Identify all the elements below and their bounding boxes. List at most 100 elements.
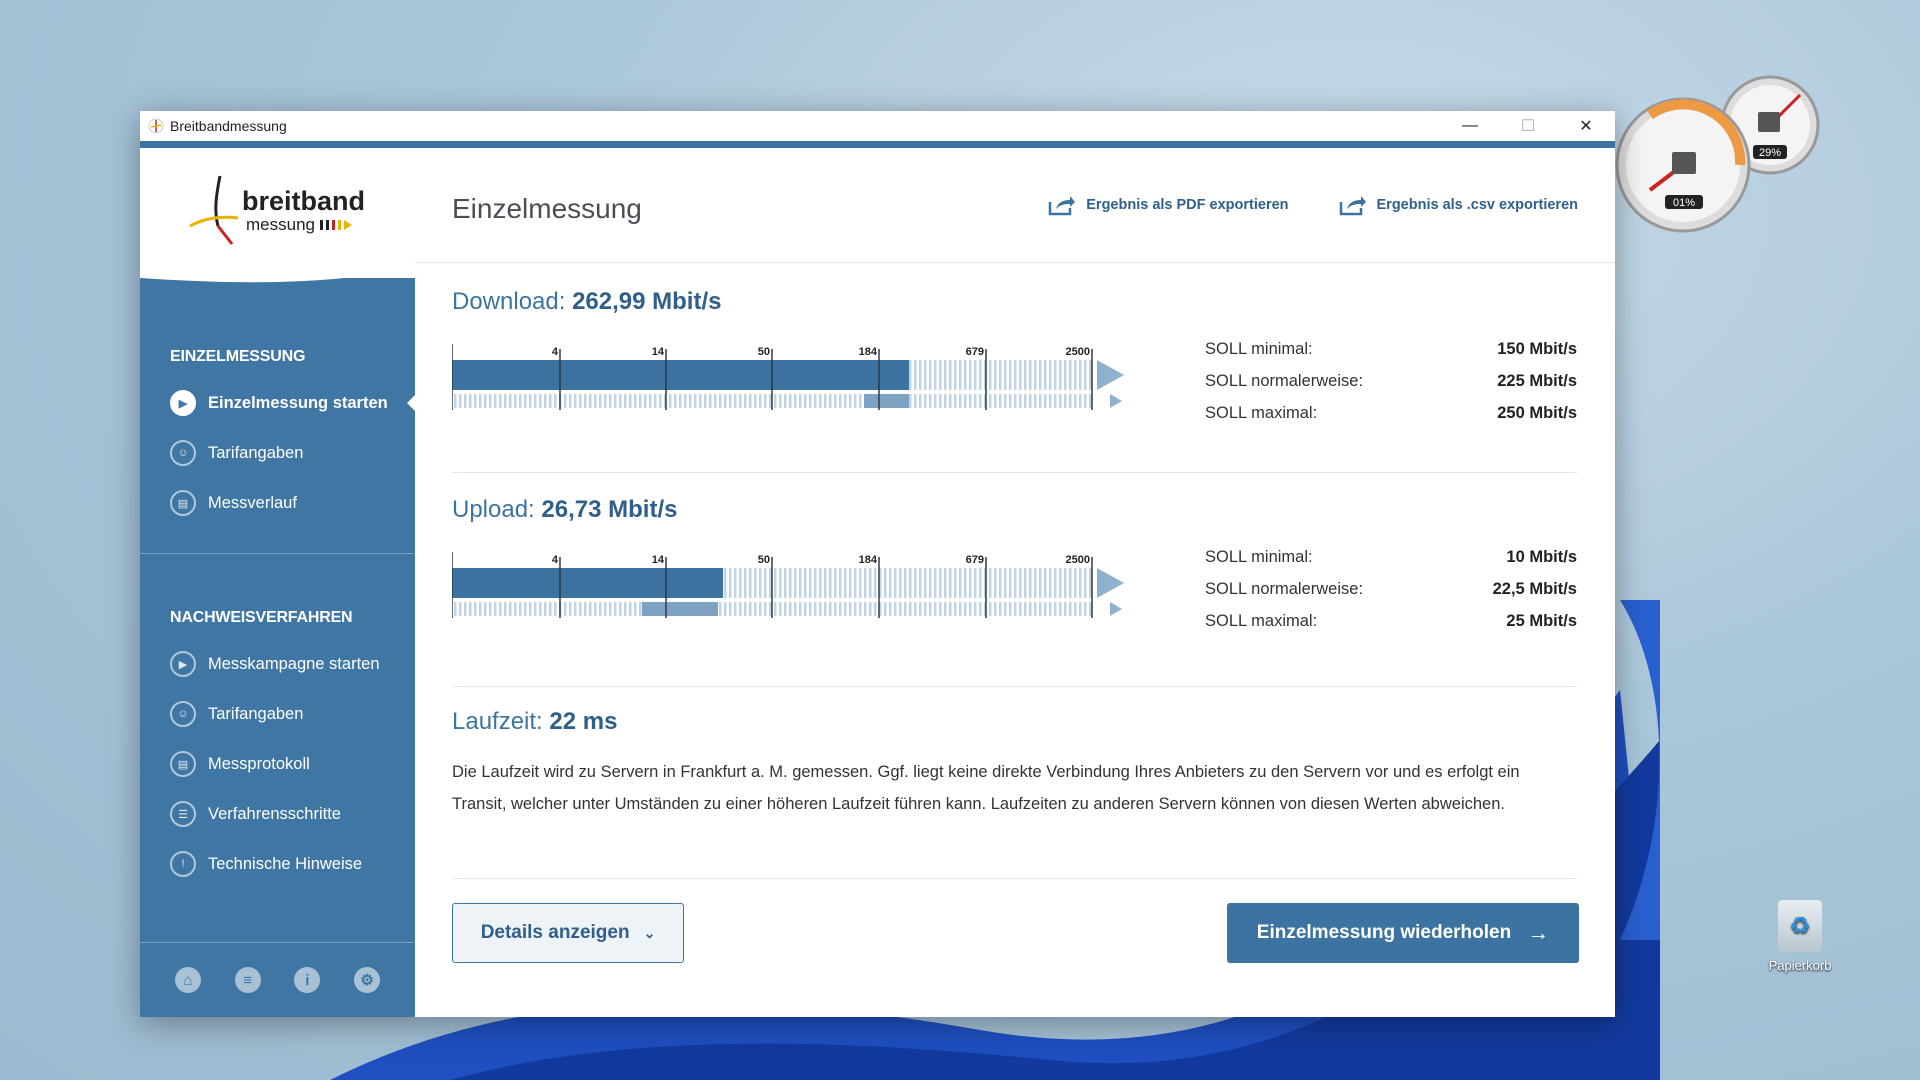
gauge-stripe <box>649 394 652 408</box>
gauge-stripe <box>634 602 637 616</box>
gauge-stripe <box>784 602 787 616</box>
gauge-stripe <box>914 602 917 616</box>
gauge-arrow <box>1097 360 1124 390</box>
gauge-stripe <box>524 394 527 408</box>
gauge-stripe <box>1059 568 1062 598</box>
gauge-stripe <box>624 394 627 408</box>
gauge-stripe <box>569 602 572 616</box>
gauge-stripe <box>969 602 972 616</box>
export-pdf-link[interactable]: Ergebnis als PDF exportieren <box>1048 194 1289 216</box>
export-pdf-label: Ergebnis als PDF exportieren <box>1086 197 1289 213</box>
sidebar-item-label: Messprotokoll <box>208 754 310 773</box>
sidebar-item-verfahrensschritte[interactable]: ☰ Verfahrensschritte <box>140 789 415 839</box>
gauge-stripe <box>769 602 772 616</box>
sidebar-item-messprotokoll[interactable]: ▤ Messprotokoll <box>140 739 415 789</box>
download-value: 262,99 Mbit/s <box>572 288 722 315</box>
gauge-stripe <box>1029 568 1032 598</box>
gauge-stripe <box>589 394 592 408</box>
sidebar-item-messverlauf[interactable]: ▤ Messverlauf <box>140 478 415 528</box>
section-divider <box>452 686 1577 687</box>
gauge-stripe <box>934 602 937 616</box>
gauge-stripe <box>869 568 872 598</box>
gauge-stripe <box>999 394 1002 408</box>
gauge-stripe <box>504 394 507 408</box>
repeat-measurement-button[interactable]: Einzelmessung wiederholen → <box>1227 903 1579 963</box>
gauge-stripe <box>1084 360 1087 390</box>
gauge-stripe <box>629 602 632 616</box>
gauge-stripe <box>1084 602 1087 616</box>
gauge-stripe <box>1034 360 1037 390</box>
gauge-stripe <box>914 394 917 408</box>
gauge-stripe <box>504 602 507 616</box>
gauge-stripe <box>589 602 592 616</box>
gauge-stripe <box>849 568 852 598</box>
gauge-stripe <box>639 394 642 408</box>
gauge-stripe <box>829 568 832 598</box>
gauge-stripe <box>489 602 492 616</box>
recycle-bin[interactable]: ♻ Papierkorb <box>1760 900 1840 973</box>
gauge-stripe <box>1079 360 1082 390</box>
chat-icon[interactable]: ≡ <box>234 967 261 993</box>
tick-label: 679 <box>966 554 984 566</box>
gauge-stripe <box>719 394 722 408</box>
gauge-stripe <box>604 394 607 408</box>
gauge-stripe <box>584 602 587 616</box>
gear-icon[interactable]: ⚙ <box>354 967 381 993</box>
gauge-stripe <box>1069 360 1072 390</box>
warning-icon: ! <box>170 851 196 877</box>
gauge-stripe <box>1029 360 1032 390</box>
gauge-stripe <box>854 394 857 408</box>
minimize-button[interactable]: — <box>1441 111 1499 141</box>
gauge-stripe <box>989 394 992 408</box>
gauge-stripe <box>929 602 932 616</box>
gauge-stripe <box>814 568 817 598</box>
gauge-stripe <box>999 568 1002 598</box>
gauge-stripe <box>1014 602 1017 616</box>
gauge-stripe <box>529 602 532 616</box>
export-csv-link[interactable]: Ergebnis als .csv exportieren <box>1339 194 1578 216</box>
gauge-stripe <box>949 394 952 408</box>
gauge-stripe <box>959 568 962 598</box>
gauge-stripe <box>999 360 1002 390</box>
gauge-stripe <box>534 394 537 408</box>
gauge-stripe <box>1084 568 1087 598</box>
gauge-stripe <box>864 602 867 616</box>
sidebar-item-technische-hinweise[interactable]: ! Technische Hinweise <box>140 839 415 889</box>
gauge-stripe <box>574 602 577 616</box>
sidebar-item-einzelmessung-starten[interactable]: ▶ Einzelmessung starten <box>140 378 416 428</box>
recycle-bin-icon: ♻ <box>1778 900 1822 952</box>
gauge-stripe <box>1074 602 1077 616</box>
gauge-stripe <box>909 602 912 616</box>
gauge-stripe <box>919 394 922 408</box>
maximize-button[interactable]: ☐ <box>1499 111 1557 141</box>
gauge-stripe <box>1039 360 1042 390</box>
gauge-stripe <box>604 602 607 616</box>
gauge-stripe <box>824 568 827 598</box>
title-bar: Breitbandmessung — ☐ ✕ <box>140 111 1615 148</box>
sidebar-item-messkampagne-starten[interactable]: ▶ Messkampagne starten <box>140 639 415 689</box>
gauge-stripe <box>639 602 642 616</box>
gauge-stripe <box>789 568 792 598</box>
info-icon[interactable]: i <box>294 967 321 993</box>
gauge-stripe <box>754 568 757 598</box>
gauge-stripe <box>774 394 777 408</box>
gauge-stripe <box>784 394 787 408</box>
gauge-arrow <box>1097 568 1124 598</box>
close-button[interactable]: ✕ <box>1557 111 1615 141</box>
gauge-stripe <box>674 394 677 408</box>
gauge-stripe <box>1019 360 1022 390</box>
home-icon[interactable]: ⌂ <box>174 967 201 993</box>
gauge-stripe <box>514 394 517 408</box>
details-button[interactable]: Details anzeigen ⌄ <box>452 903 684 963</box>
gauge-stripe <box>944 568 947 598</box>
gauge-stripe <box>1019 568 1022 598</box>
sidebar-item-tarifangaben[interactable]: ☺ Tarifangaben <box>140 428 415 478</box>
gauge-stripe <box>834 602 837 616</box>
main-header: Einzelmessung Ergebnis als PDF exportier… <box>415 148 1615 263</box>
sidebar-item-tarifangaben-2[interactable]: ☺ Tarifangaben <box>140 689 415 739</box>
gauge-stripe <box>1089 602 1092 616</box>
gauge-stripe <box>894 602 897 616</box>
gauge-stripe <box>454 602 457 616</box>
gauge-stripe <box>964 360 967 390</box>
sidebar-footer: ⌂ ≡ i ⚙ <box>140 942 415 1017</box>
